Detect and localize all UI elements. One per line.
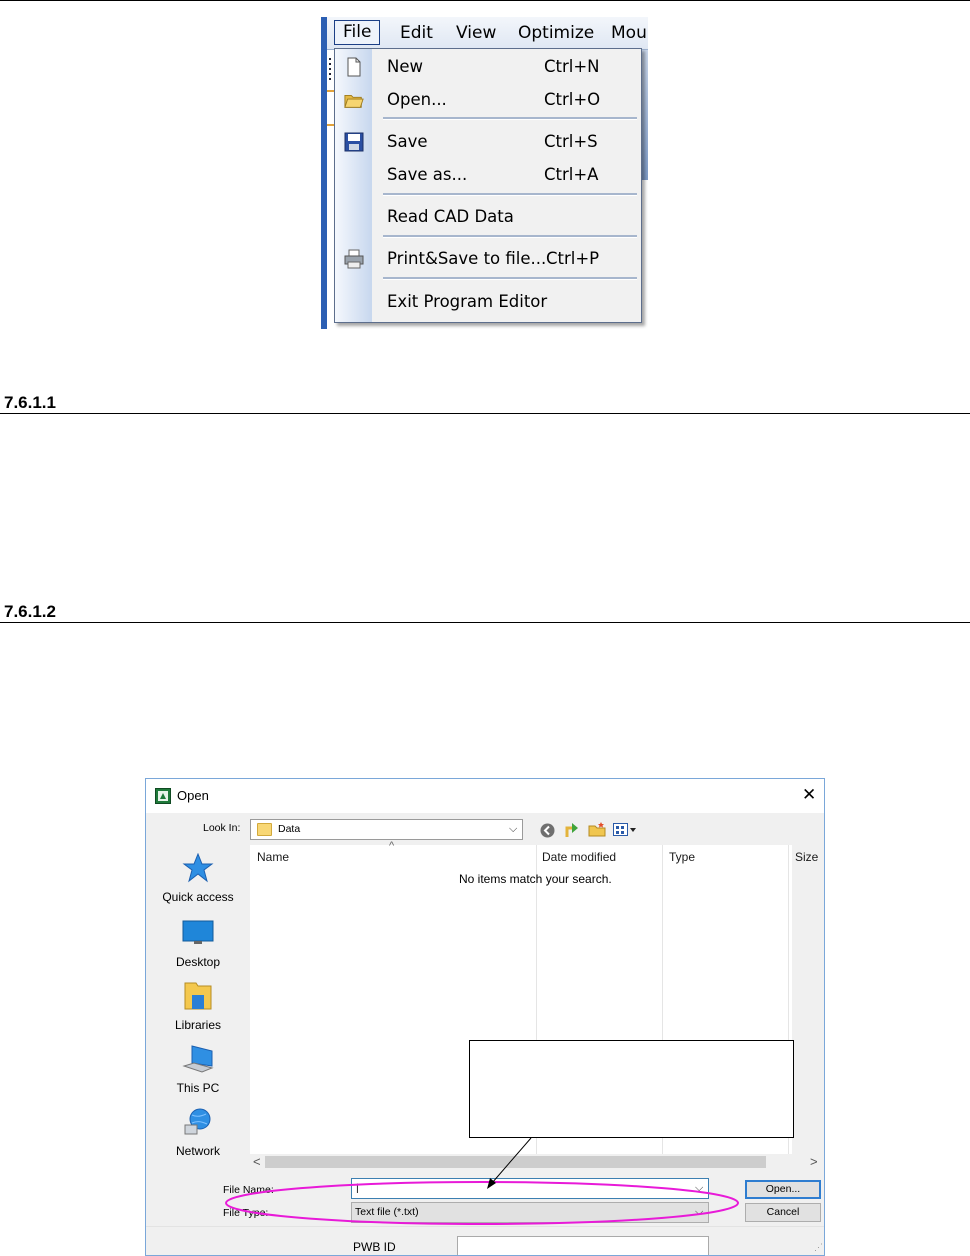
annotation-overlay (225, 1137, 739, 1225)
callout-arrow (491, 1137, 532, 1184)
highlight-ellipse (225, 1181, 739, 1225)
